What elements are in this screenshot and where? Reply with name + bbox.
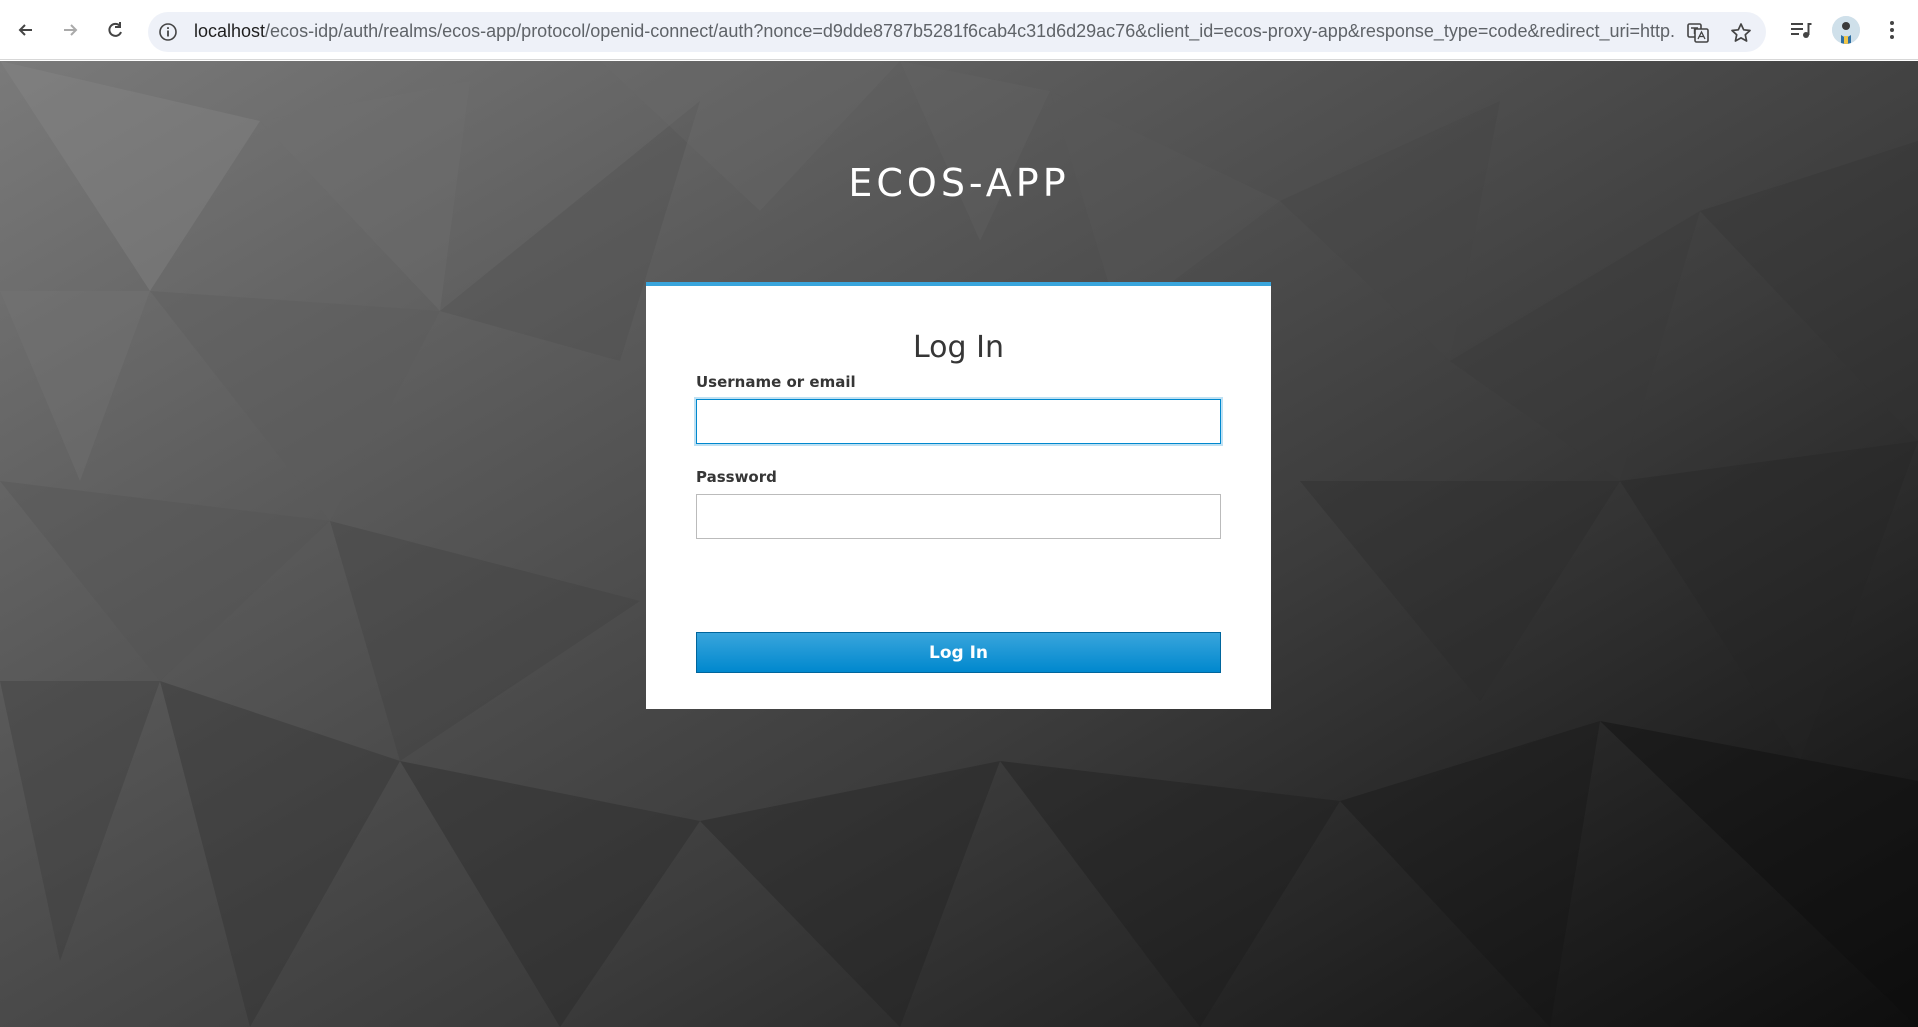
login-button[interactable]: Log In — [696, 632, 1221, 673]
forward-button[interactable] — [54, 14, 86, 46]
password-input[interactable] — [696, 494, 1221, 539]
site-info-icon[interactable] — [158, 22, 178, 42]
realm-title: ECOS-APP — [848, 161, 1070, 205]
reload-icon — [108, 22, 122, 37]
login-heading: Log In — [913, 330, 1004, 365]
back-icon — [18, 24, 32, 36]
url-host: localhost — [194, 21, 266, 41]
bookmark-star-icon[interactable] — [1729, 21, 1753, 45]
more-menu-icon[interactable] — [1878, 16, 1906, 44]
media-control-icon[interactable] — [1786, 16, 1814, 44]
translate-icon[interactable] — [1686, 21, 1710, 45]
browser-toolbar: localhost/ecos-idp/auth/realms/ecos-app/… — [0, 0, 1918, 60]
address-bar[interactable]: localhost/ecos-idp/auth/realms/ecos-app/… — [148, 12, 1766, 52]
username-input[interactable] — [696, 399, 1221, 444]
reload-button[interactable] — [99, 14, 131, 46]
url-path: /ecos-idp/auth/realms/ecos-app/protocol/… — [265, 21, 1674, 41]
forward-icon — [64, 24, 78, 36]
username-label: Username or email — [696, 373, 856, 391]
password-label: Password — [696, 468, 777, 486]
login-card: Log In Username or email Password Log In — [646, 282, 1271, 709]
login-page: ECOS-APP Log In Username or email Passwo… — [0, 61, 1918, 1027]
avatar-icon — [1832, 16, 1860, 44]
profile-avatar[interactable] — [1832, 16, 1860, 44]
back-button[interactable] — [10, 14, 42, 46]
url-text[interactable]: localhost/ecos-idp/auth/realms/ecos-app/… — [194, 21, 1674, 43]
